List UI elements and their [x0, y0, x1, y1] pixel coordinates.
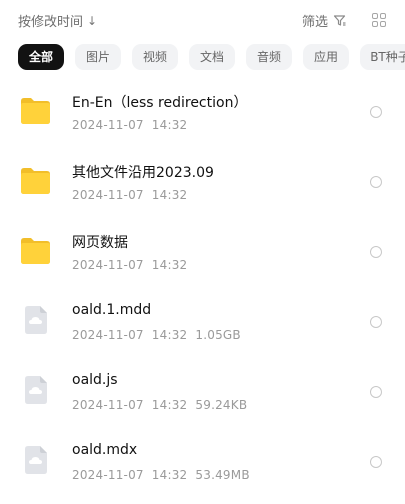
file-date: 2024-11-07 — [72, 118, 144, 132]
list-item[interactable]: oald.js 2024-11-07 14:32 59.24KB — [0, 364, 405, 434]
file-time: 14:32 — [151, 258, 188, 272]
file-meta: 2024-11-07 14:32 — [72, 188, 187, 202]
folder-icon — [21, 168, 50, 194]
cloud-file-icon — [25, 446, 47, 474]
file-name: 其他文件沿用2023.09 — [72, 165, 214, 181]
file-name: 网页数据 — [72, 235, 128, 251]
file-time: 14:32 — [151, 398, 188, 412]
top-toolbar: 按修改时间 ↓ 筛选 — [0, 0, 405, 40]
category-tabs: 全部 图片 视频 文档 音频 应用 BT种子 — [0, 44, 405, 72]
list-item[interactable]: oald.1.mdd 2024-11-07 14:32 1.05GB — [0, 294, 405, 364]
sort-arrow-icon: ↓ — [87, 13, 98, 28]
file-meta: 2024-11-07 14:32 — [72, 258, 187, 272]
tab-all[interactable]: 全部 — [18, 44, 64, 70]
tab-bt-torrents[interactable]: BT种子 — [360, 44, 405, 70]
list-item[interactable]: oald.mdx 2024-11-07 14:32 53.49MB — [0, 434, 405, 504]
file-time: 14:32 — [151, 468, 188, 482]
file-time: 14:32 — [151, 188, 188, 202]
filter-icon — [333, 15, 346, 26]
file-name: oald.mdx — [72, 442, 138, 458]
file-time: 14:32 — [151, 118, 188, 132]
list-item[interactable]: 其他文件沿用2023.09 2024-11-07 14:32 — [0, 154, 405, 224]
folder-icon — [21, 238, 50, 264]
file-date: 2024-11-07 — [72, 398, 144, 412]
filter-label: 筛选 — [302, 15, 329, 30]
filter-button[interactable]: 筛选 — [302, 11, 346, 30]
file-date: 2024-11-07 — [72, 468, 144, 482]
cloud-file-icon — [25, 306, 47, 334]
file-meta: 2024-11-07 14:32 53.49MB — [72, 468, 250, 482]
select-radio[interactable] — [370, 176, 382, 188]
select-radio[interactable] — [370, 246, 382, 258]
file-size: 1.05GB — [195, 328, 241, 342]
grid-view-icon[interactable] — [372, 13, 386, 27]
list-item[interactable]: 网页数据 2024-11-07 14:32 — [0, 224, 405, 294]
file-date: 2024-11-07 — [72, 258, 144, 272]
tab-images[interactable]: 图片 — [75, 44, 121, 70]
select-radio[interactable] — [370, 316, 382, 328]
select-radio[interactable] — [370, 106, 382, 118]
file-name: oald.1.mdd — [72, 302, 152, 318]
file-meta: 2024-11-07 14:32 — [72, 118, 187, 132]
tab-documents[interactable]: 文档 — [189, 44, 235, 70]
file-name: oald.js — [72, 372, 118, 388]
select-radio[interactable] — [370, 456, 382, 468]
select-radio[interactable] — [370, 386, 382, 398]
file-meta: 2024-11-07 14:32 59.24KB — [72, 398, 247, 412]
tab-apps[interactable]: 应用 — [303, 44, 349, 70]
file-meta: 2024-11-07 14:32 1.05GB — [72, 328, 241, 342]
file-size: 53.49MB — [195, 468, 250, 482]
folder-icon — [21, 98, 50, 124]
file-time: 14:32 — [151, 328, 188, 342]
file-size: 59.24KB — [195, 398, 248, 412]
file-date: 2024-11-07 — [72, 188, 144, 202]
sort-by-modified-button[interactable]: 按修改时间 ↓ — [18, 11, 98, 31]
list-item[interactable]: En-En（less redirection） 2024-11-07 14:32 — [0, 84, 405, 154]
tab-videos[interactable]: 视频 — [132, 44, 178, 70]
file-date: 2024-11-07 — [72, 328, 144, 342]
file-name: En-En（less redirection） — [72, 95, 248, 111]
tab-audio[interactable]: 音频 — [246, 44, 292, 70]
sort-label: 按修改时间 — [18, 15, 84, 30]
cloud-file-icon — [25, 376, 47, 404]
